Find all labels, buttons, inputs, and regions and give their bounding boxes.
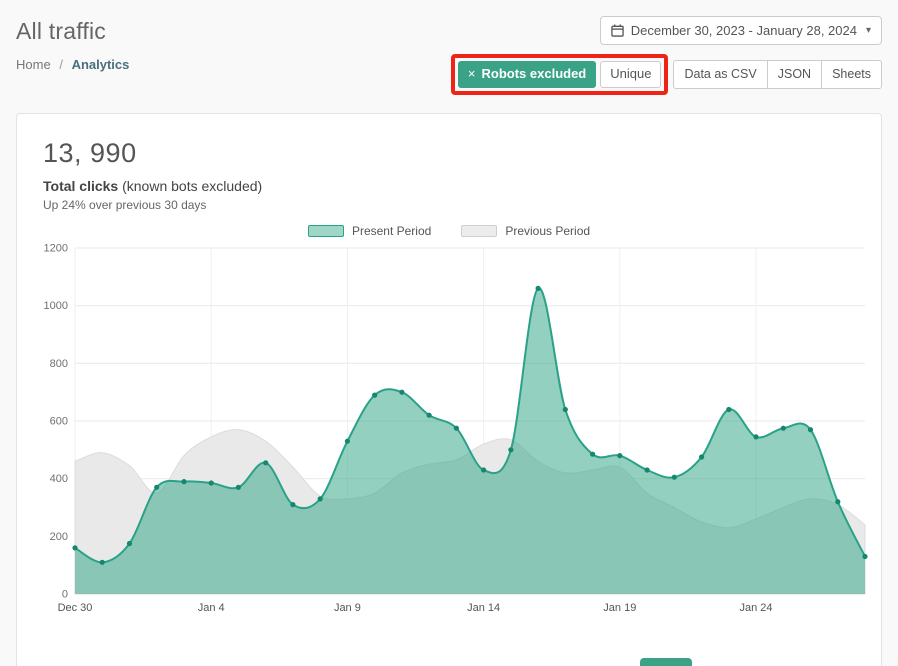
data-point[interactable]	[290, 502, 295, 507]
data-point[interactable]	[345, 439, 350, 444]
header-left: All traffic Home / Analytics	[16, 16, 129, 72]
data-point[interactable]	[563, 407, 568, 412]
robots-excluded-filter-button[interactable]: × Robots excluded	[458, 61, 596, 88]
x-tick-label: Jan 9	[334, 602, 361, 614]
present-period-swatch	[308, 225, 344, 237]
data-point[interactable]	[781, 426, 786, 431]
chat-widget-partial[interactable]	[640, 658, 692, 666]
robots-excluded-label: Robots excluded	[482, 67, 587, 82]
header-right: December 30, 2023 - January 28, 2024 ▾ ×…	[451, 16, 882, 95]
unique-button[interactable]: Unique	[600, 61, 661, 88]
y-tick-label: 0	[62, 588, 68, 600]
export-button-group: Data as CSV JSON Sheets	[673, 60, 882, 88]
y-tick-label: 200	[50, 531, 68, 543]
y-tick-label: 1200	[44, 242, 68, 254]
data-point[interactable]	[427, 413, 432, 418]
chart-legend: Present Period Previous Period	[29, 224, 869, 238]
traffic-card: 13, 990 Total clicks (known bots exclude…	[16, 113, 882, 666]
data-point[interactable]	[808, 427, 813, 432]
x-tick-label: Jan 24	[739, 602, 772, 614]
data-point[interactable]	[209, 480, 214, 485]
remove-filter-icon[interactable]: ×	[468, 67, 476, 82]
data-point[interactable]	[508, 447, 513, 452]
data-point[interactable]	[263, 460, 268, 465]
data-point[interactable]	[835, 499, 840, 504]
page-title: All traffic	[16, 18, 129, 45]
date-range-picker[interactable]: December 30, 2023 - January 28, 2024 ▾	[600, 16, 882, 45]
data-point[interactable]	[372, 392, 377, 397]
x-tick-label: Jan 14	[467, 602, 500, 614]
breadcrumb-separator: /	[59, 57, 63, 72]
data-point[interactable]	[127, 541, 132, 546]
y-tick-label: 1000	[44, 300, 68, 312]
previous-period-swatch	[461, 225, 497, 237]
date-range-label: December 30, 2023 - January 28, 2024	[631, 23, 857, 38]
data-point[interactable]	[100, 560, 105, 565]
data-point[interactable]	[862, 554, 867, 559]
breadcrumb: Home / Analytics	[16, 57, 129, 72]
caret-down-icon: ▾	[866, 25, 871, 36]
calendar-icon	[611, 24, 624, 37]
data-point[interactable]	[590, 452, 595, 457]
data-point[interactable]	[72, 545, 77, 550]
data-point[interactable]	[753, 434, 758, 439]
present-period-area	[75, 288, 865, 594]
traffic-chart[interactable]: 0 200 400 600 800 1000 1200 Dec 30 Jan 4 Jan 9 Jan…	[29, 242, 871, 624]
x-tick-label: Jan 4	[198, 602, 225, 614]
data-point[interactable]	[399, 390, 404, 395]
data-point[interactable]	[617, 453, 622, 458]
breadcrumb-home-link[interactable]: Home	[16, 57, 51, 72]
data-point[interactable]	[645, 467, 650, 472]
breadcrumb-current: Analytics	[72, 57, 130, 72]
y-tick-label: 400	[50, 473, 68, 485]
data-point[interactable]	[318, 496, 323, 501]
page: All traffic Home / Analytics December 30…	[0, 0, 898, 666]
data-as-csv-button[interactable]: Data as CSV	[673, 60, 767, 88]
sheets-button[interactable]: Sheets	[821, 60, 882, 88]
annotation-highlight: × Robots excluded Unique	[451, 54, 669, 95]
data-point[interactable]	[181, 479, 186, 484]
header: All traffic Home / Analytics December 30…	[0, 0, 898, 95]
x-tick-label: Jan 19	[603, 602, 636, 614]
data-point[interactable]	[672, 475, 677, 480]
json-button[interactable]: JSON	[767, 60, 822, 88]
data-point[interactable]	[726, 407, 731, 412]
data-point[interactable]	[154, 485, 159, 490]
data-point[interactable]	[536, 286, 541, 291]
total-clicks-value: 13, 990	[43, 138, 869, 169]
x-tick-label: Dec 30	[58, 602, 93, 614]
metric-label: Total clicks (known bots excluded)	[43, 178, 869, 194]
data-point[interactable]	[699, 454, 704, 459]
y-tick-label: 800	[50, 358, 68, 370]
metric-label-rest: (known bots excluded)	[118, 178, 262, 194]
stats-block: 13, 990 Total clicks (known bots exclude…	[29, 138, 869, 212]
controls-row: × Robots excluded Unique Data as CSV JSO…	[451, 54, 882, 95]
data-point[interactable]	[481, 467, 486, 472]
metric-label-bold: Total clicks	[43, 178, 118, 194]
present-period-legend-label: Present Period	[352, 224, 431, 238]
previous-period-legend-label: Previous Period	[505, 224, 590, 238]
data-point[interactable]	[236, 485, 241, 490]
y-tick-label: 600	[50, 415, 68, 427]
data-point[interactable]	[454, 426, 459, 431]
delta-label: Up 24% over previous 30 days	[43, 198, 869, 212]
